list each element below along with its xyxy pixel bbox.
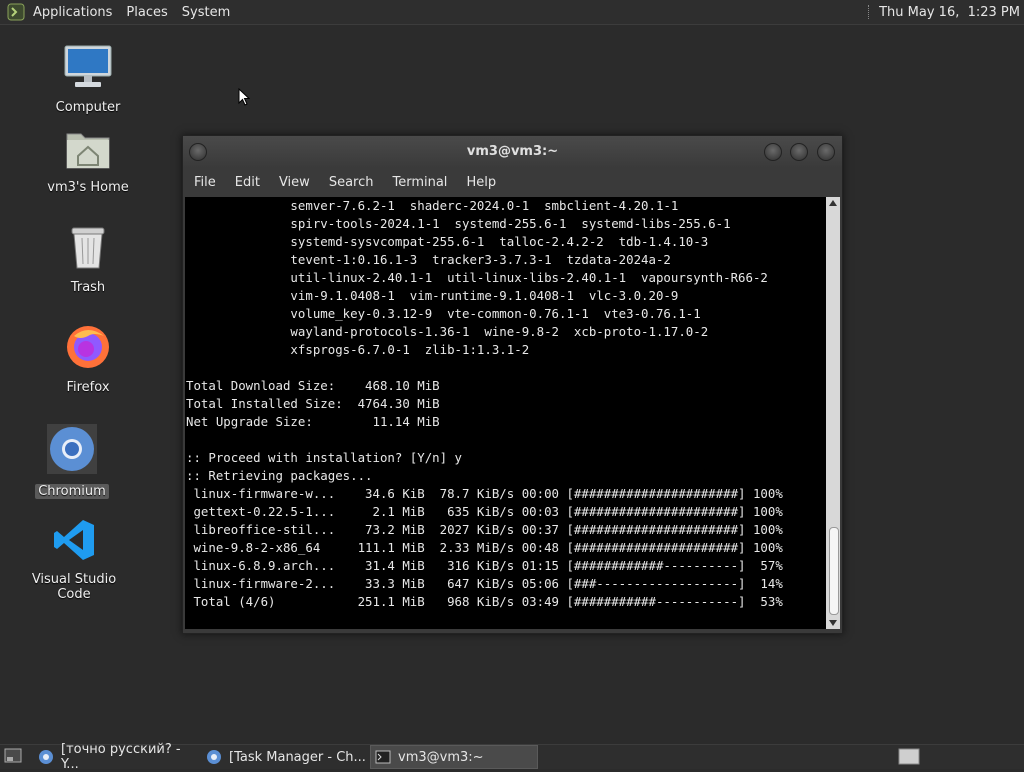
terminal-line: tevent-1:0.16.1-3 tracker3-3.7.3-1 tzdat… [186,252,671,267]
terminal-line: systemd-sysvcompat-255.6-1 talloc-2.4.2-… [186,234,709,249]
trash-icon [68,224,108,274]
terminal-line: util-linux-2.40.1-1 util-linux-libs-2.40… [186,270,768,285]
chromium-icon [47,424,97,478]
desktop-icon-label: Computer [55,100,121,115]
terminal-text: semver-7.6.2-1 shaderc-2024.0-1 smbclien… [185,197,826,611]
terminal-line: :: Proceed with installation? [Y/n] y [186,450,463,465]
terminal-line: wayland-protocols-1.36-1 wine-9.8-2 xcb-… [186,324,709,339]
window-title: vm3@vm3:~ [466,144,559,159]
desktop-icon-computer[interactable]: Computer [28,44,148,115]
desktop-icon-label: Trash [70,280,106,295]
desktop-icon-trash[interactable]: Trash [28,226,148,295]
home-folder-icon [65,128,111,174]
terminal-line: linux-firmware-2... 33.3 MiB 647 KiB/s 0… [186,576,783,591]
places-menu[interactable]: Places [126,5,167,20]
taskbar-item-label: vm3@vm3:~ [398,749,484,765]
distro-logo-icon[interactable] [5,1,27,23]
terminal-line: libreoffice-stil... 73.2 MiB 2027 KiB/s … [186,522,783,537]
clock[interactable]: Thu May 16, 1:23 PM [879,5,1020,20]
taskbar-item[interactable]: [Task Manager - Ch... [202,745,370,769]
desktop-icon-label: vm3's Home [47,180,129,195]
terminal-line: Total Installed Size: 4764.30 MiB [186,396,440,411]
desktop-icon-chromium[interactable]: Chromium [12,424,132,499]
terminal-line: linux-firmware-w... 34.6 KiB 78.7 KiB/s … [186,486,783,501]
terminal-window[interactable]: vm3@vm3:~ File Edit View Search Terminal… [182,135,843,634]
terminal-line: gettext-0.22.5-1... 2.1 MiB 635 KiB/s 00… [186,504,783,519]
menu-edit[interactable]: Edit [235,175,260,190]
computer-icon [63,44,113,94]
scroll-up-arrow-icon[interactable] [826,197,840,209]
bottom-panel: [точно русский? - Y... [Task Manager - C… [0,742,1024,772]
terminal-icon [375,749,391,765]
terminal-line: Net Upgrade Size: 11.14 MiB [186,414,440,429]
panel-separator [868,5,871,19]
close-button[interactable] [817,143,835,161]
menu-file[interactable]: File [194,175,216,190]
terminal-line: Total (4/6) 251.1 MiB 968 KiB/s 03:49 [#… [186,594,783,609]
terminal-line: wine-9.8-2-x86_64 111.1 MiB 2.33 MiB/s 0… [186,540,783,555]
scroll-down-arrow-icon[interactable] [826,617,840,629]
terminal-line: linux-6.8.9.arch... 31.4 MiB 316 KiB/s 0… [186,558,783,573]
terminal-line: semver-7.6.2-1 shaderc-2024.0-1 smbclien… [186,198,679,213]
desktop-icon-label: Firefox [66,380,110,395]
desktop-icon-vscode[interactable]: Visual Studio Code [14,518,134,602]
terminal-line: :: Retrieving packages... [186,468,373,483]
chromium-icon [38,749,54,765]
terminal-line: xfsprogs-6.7.0-1 zlib-1:1.3.1-2 [186,342,530,357]
taskbar-item-active[interactable]: vm3@vm3:~ [370,745,538,769]
terminal-line: vim-9.1.0408-1 vim-runtime-9.1.0408-1 vl… [186,288,679,303]
terminal-menubar: File Edit View Search Terminal Help [183,168,842,196]
terminal-output[interactable]: semver-7.6.2-1 shaderc-2024.0-1 smbclien… [185,197,826,629]
terminal-line: volume_key-0.3.12-9 vte-common-0.76.1-1 … [186,306,701,321]
vscode-icon [52,518,96,566]
main-menu: Applications Places System [0,0,244,24]
taskbar-item-label: [Task Manager - Ch... [229,749,366,765]
terminal-line: Total Download Size: 468.10 MiB [186,378,440,393]
window-titlebar[interactable]: vm3@vm3:~ [183,136,842,168]
applications-menu[interactable]: Applications [33,5,112,20]
desktop-icon-label: Chromium [35,484,109,499]
firefox-icon [64,322,112,374]
menu-help[interactable]: Help [466,175,496,190]
menu-terminal[interactable]: Terminal [392,175,447,190]
system-menu[interactable]: System [182,5,230,20]
terminal-line: spirv-tools-2024.1-1 systemd-255.6-1 sys… [186,216,731,231]
chromium-icon [206,749,222,765]
minimize-button[interactable] [764,143,782,161]
taskbar-item[interactable]: [точно русский? - Y... [34,742,202,772]
clock-area: Thu May 16, 1:23 PM [868,0,1020,24]
scrollbar-thumb[interactable] [829,527,839,615]
menu-view[interactable]: View [279,175,310,190]
mouse-cursor-icon [238,87,251,110]
menu-search[interactable]: Search [329,175,374,190]
desktop-icon-home[interactable]: vm3's Home [28,126,148,195]
show-desktop-icon[interactable] [4,748,22,769]
desktop-icon-firefox[interactable]: Firefox [28,326,148,395]
maximize-button[interactable] [790,143,808,161]
workspace-switcher-icon[interactable] [898,748,920,769]
desktop-icon-label: Visual Studio Code [31,572,117,602]
top-panel: Applications Places System Thu May 16, 1… [0,0,1024,25]
terminal-scrollbar[interactable] [826,197,840,629]
